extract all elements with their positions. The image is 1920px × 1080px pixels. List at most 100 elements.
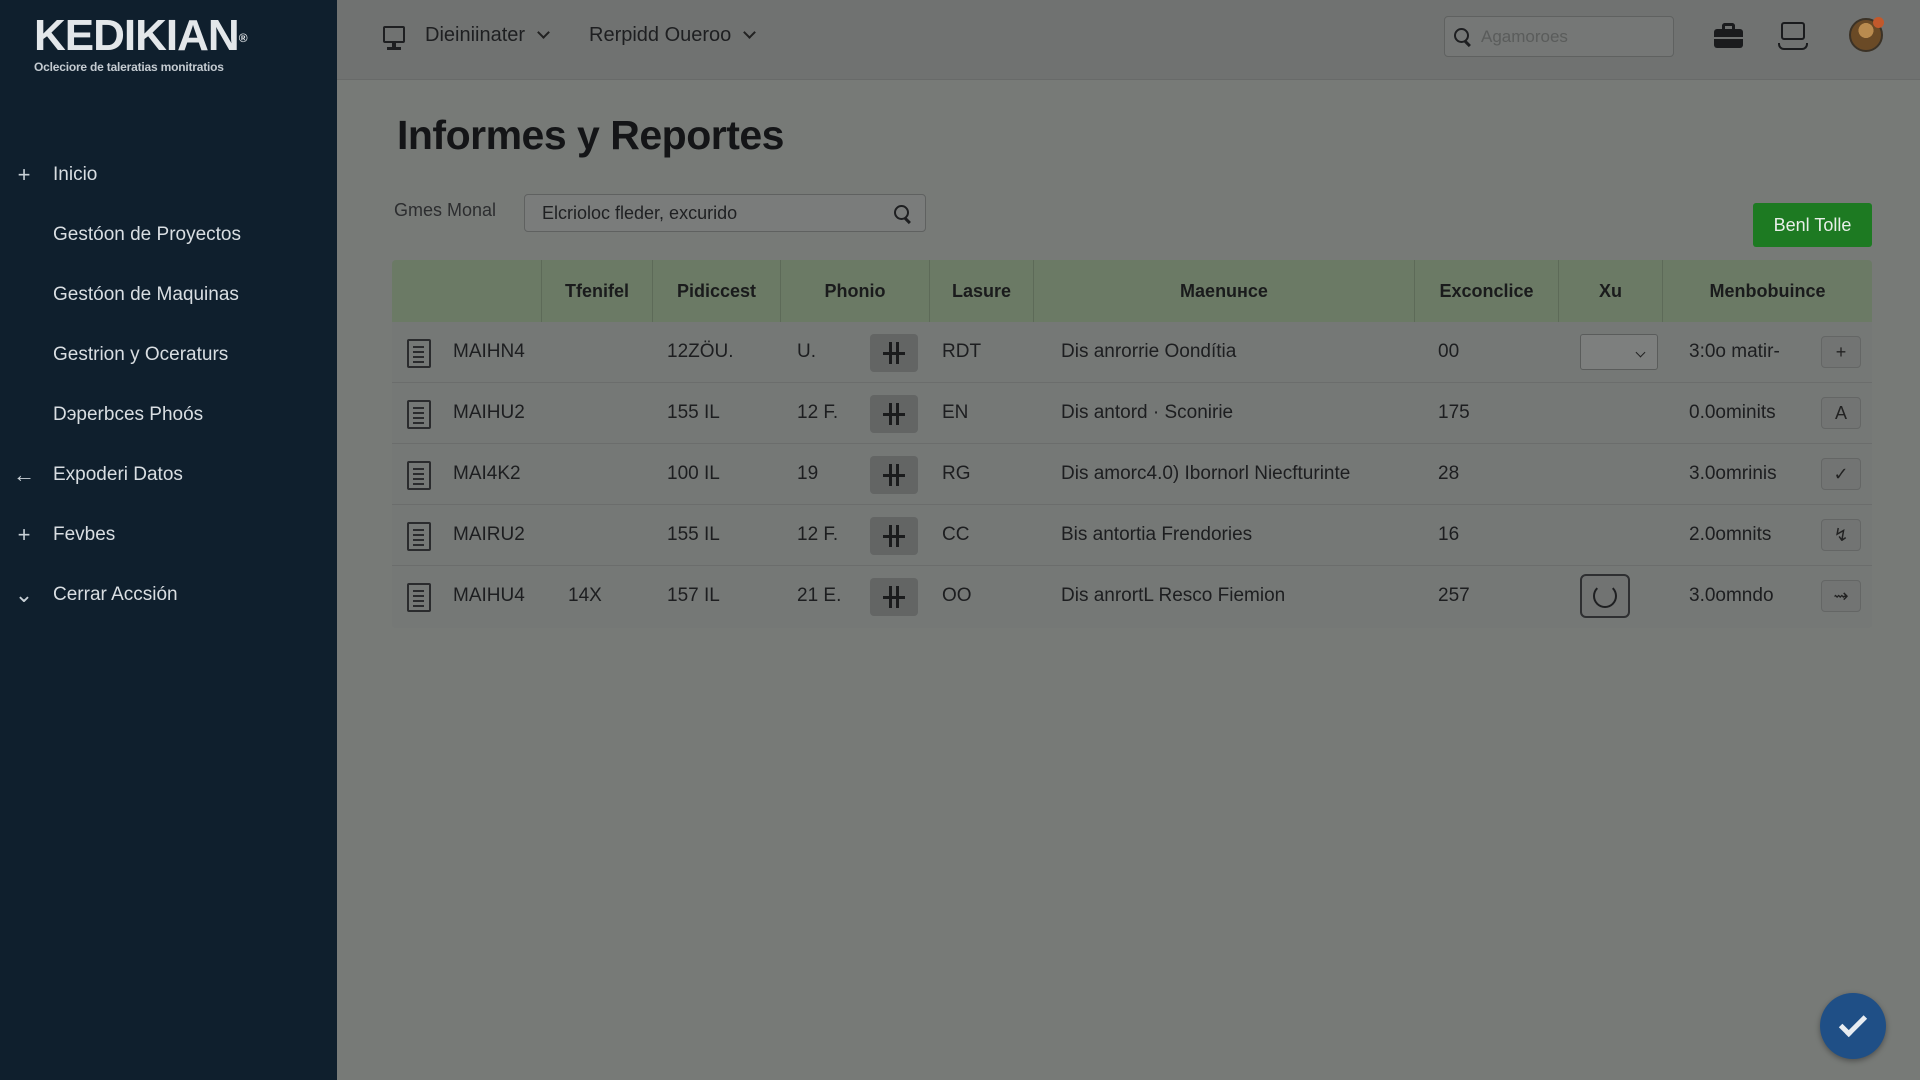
- column-header-xu[interactable]: Xu: [1559, 260, 1663, 322]
- topbar-menu-dieiniinater[interactable]: Dieiniinater: [425, 24, 550, 47]
- cell-menbobuince: 3.0omndo: [1689, 585, 1774, 606]
- plus-icon: +: [1835, 341, 1847, 362]
- cell-menbobuince: 0.0ominits: [1689, 402, 1776, 423]
- cell-exconclice: 175: [1438, 402, 1470, 423]
- logo-title: KEDIKIAN: [34, 11, 240, 60]
- arrow-icon: ⇝: [1833, 585, 1849, 606]
- document-icon[interactable]: [407, 522, 431, 551]
- cell-exconclice: 257: [1438, 585, 1470, 606]
- document-icon[interactable]: [407, 339, 431, 368]
- column-header-maenunce[interactable]: Maenuнce: [1034, 260, 1415, 322]
- sidebar-item-exportar-datos[interactable]: ← Expoderi Datos: [0, 445, 337, 505]
- grid-toggle-button[interactable]: [870, 334, 918, 372]
- cell-pidiccest: 157 IL: [667, 585, 720, 606]
- cell-pidiccest: 155 IL: [667, 524, 720, 545]
- cell-code: MAIHU4: [453, 585, 525, 606]
- monitor-icon: [383, 23, 407, 51]
- filter-search-input[interactable]: [542, 202, 882, 224]
- sidebar-item-inicio[interactable]: + Inicio: [0, 145, 337, 205]
- sidebar-item-label: Inicio: [53, 164, 98, 185]
- filter-search: [524, 194, 926, 232]
- cell-maenunce: Dis antord · Sconirie: [1061, 402, 1234, 423]
- cell-menbobuince: 3:0o matir-: [1689, 341, 1780, 362]
- cell-maenunce: Dis anrorrie Oondítia: [1061, 341, 1237, 362]
- row-action-button[interactable]: ⇝: [1821, 580, 1861, 612]
- row-action-button[interactable]: ↯: [1821, 519, 1861, 551]
- column-header-menbobuince[interactable]: Menbobuince: [1663, 260, 1872, 322]
- sidebar-item-proyectos[interactable]: Gestóon de Proyectos: [0, 205, 337, 265]
- row-action-button[interactable]: ✓: [1821, 458, 1861, 490]
- chevron-down-icon: [743, 26, 757, 39]
- column-header-exconclice[interactable]: Exconclice: [1415, 260, 1559, 322]
- sidebar-item-operaturas[interactable]: Gestrion y Oceraturs: [0, 325, 337, 385]
- topbar: Dieiniinater Rerpidd Oueroo: [337, 0, 1920, 80]
- sidebar-item-label: Fevbes: [53, 524, 116, 545]
- sidebar-item-fevbes[interactable]: + Fevbes: [0, 505, 337, 565]
- cell-phonio: 19: [797, 463, 819, 484]
- cell-exconclice: 28: [1438, 463, 1460, 484]
- cell-lasure: RG: [942, 463, 971, 484]
- column-header-phonio[interactable]: Phonio: [781, 260, 930, 322]
- column-header-blank: [392, 260, 542, 322]
- table-row[interactable]: MAIHN4 12ZÖU. U. RDT Dis anrorrie Oondít…: [392, 322, 1872, 383]
- cell-lasure: OO: [942, 585, 972, 606]
- filter-label: Gmes Monal: [394, 200, 497, 220]
- cell-maenunce: Bis antortia Frendories: [1061, 524, 1253, 545]
- topbar-menu-rerpidd[interactable]: Rerpidd Oueroo: [589, 24, 757, 47]
- cell-code: MAIHN4: [453, 341, 525, 362]
- sidebar-item-label: Dэperbces Phoós: [53, 404, 204, 425]
- document-icon[interactable]: [407, 583, 431, 612]
- column-header-tfenifel[interactable]: Tfenifel: [542, 260, 653, 322]
- lightning-icon: ↯: [1833, 524, 1849, 545]
- chevron-down-icon: [1635, 347, 1646, 358]
- grid-toggle-button[interactable]: [870, 456, 918, 494]
- cell-code: MAIRU2: [453, 524, 525, 545]
- sidebar-item-maquinas[interactable]: Gestóon de Maquinas: [0, 265, 337, 325]
- row-action-button[interactable]: +: [1821, 336, 1861, 368]
- cell-code: MAI4K2: [453, 463, 521, 484]
- reports-table: Tfenifel Pidiccest Phonio Lasure Maenuнc…: [392, 260, 1872, 628]
- user-computer-icon[interactable]: [1778, 20, 1810, 52]
- cell-lasure: CC: [942, 524, 970, 545]
- page-title: Informes y Reportes: [397, 112, 784, 158]
- avatar[interactable]: [1849, 17, 1884, 52]
- floating-confirm-button[interactable]: [1820, 993, 1886, 1059]
- row-action-button[interactable]: A: [1821, 397, 1861, 429]
- search-icon[interactable]: [893, 204, 913, 224]
- briefcase-icon[interactable]: [1713, 20, 1745, 52]
- table-row[interactable]: MAIHU2 155 IL 12 F. EN Dis antord · Scon…: [392, 383, 1872, 444]
- cell-phonio: 12 F.: [797, 524, 839, 545]
- notification-dot: [1873, 17, 1884, 28]
- arrow-left-icon: ←: [13, 462, 35, 487]
- table-row[interactable]: MAIRU2 155 IL 12 F. CC Bis antortia Fren…: [392, 505, 1872, 566]
- grid-toggle-button[interactable]: [870, 517, 918, 555]
- cell-menbobuince: 2.0omnits: [1689, 524, 1772, 545]
- grid-toggle-button[interactable]: [870, 578, 918, 616]
- refresh-icon[interactable]: [1580, 574, 1630, 618]
- search-icon: [1453, 27, 1473, 47]
- grid-toggle-button[interactable]: [870, 395, 918, 433]
- cell-maenunce: Dis amorc4.0) Ibornorl Niecfturinte: [1061, 463, 1351, 484]
- sidebar-item-photos[interactable]: Dэperbces Phoós: [0, 385, 337, 445]
- column-header-pidiccest[interactable]: Pidiccest: [653, 260, 781, 322]
- document-icon[interactable]: [407, 461, 431, 490]
- cell-pidiccest: 100 IL: [667, 463, 720, 484]
- table-row[interactable]: MAIHU4 14X 157 IL 21 E. OO Dis anrortL R…: [392, 566, 1872, 627]
- topbar-menu-label: Dieiniinater: [425, 24, 526, 46]
- logo-mark: ®: [238, 31, 248, 45]
- topbar-search-input[interactable]: [1481, 26, 1661, 47]
- primary-action-button[interactable]: Benl Tolle: [1753, 203, 1872, 247]
- sidebar-item-cerrar-accion[interactable]: ⌄ Cerrar Accsión: [0, 565, 337, 625]
- cell-phonio: 21 E.: [797, 585, 842, 606]
- cell-code: MAIHU2: [453, 402, 525, 423]
- xu-select[interactable]: [1580, 334, 1658, 370]
- column-header-lasure[interactable]: Lasure: [930, 260, 1034, 322]
- table-row[interactable]: MAI4K2 100 IL 19 RG Dis amorc4.0) Iborno…: [392, 444, 1872, 505]
- chevron-down-icon: ⌄: [14, 582, 34, 607]
- app-logo[interactable]: KEDIKIAN® Ocleciore de taleratias monitr…: [34, 11, 248, 75]
- sidebar: KEDIKIAN® Ocleciore de taleratias monitr…: [0, 0, 337, 1080]
- sidebar-item-label: Expoderi Datos: [53, 464, 183, 485]
- cell-lasure: EN: [942, 402, 969, 423]
- topbar-menu-label: Rerpidd Oueroo: [589, 24, 732, 46]
- document-icon[interactable]: [407, 400, 431, 429]
